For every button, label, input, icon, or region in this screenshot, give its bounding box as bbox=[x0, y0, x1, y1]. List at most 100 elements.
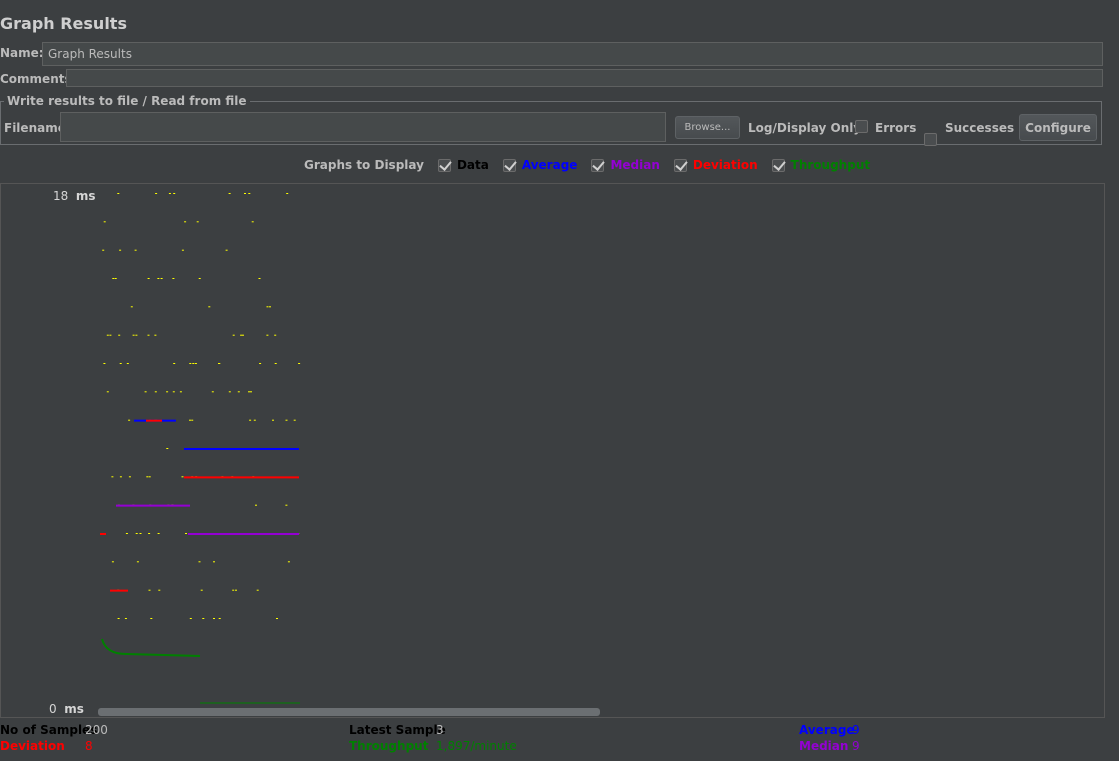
data-point bbox=[103, 221, 106, 223]
data-point bbox=[189, 618, 192, 619]
data-point bbox=[244, 193, 246, 194]
data-point bbox=[109, 334, 112, 336]
configure-button[interactable]: Configure bbox=[1019, 114, 1097, 141]
data-point bbox=[119, 476, 122, 478]
data-point bbox=[213, 561, 215, 563]
comments-field[interactable] bbox=[66, 69, 1103, 87]
y-axis-bottom-label: 0 ms bbox=[49, 702, 84, 716]
throughput-value: 1,897/minute bbox=[436, 739, 517, 753]
data-point bbox=[119, 363, 122, 364]
data-point bbox=[200, 589, 203, 591]
graph-option-average[interactable]: Average bbox=[502, 158, 577, 172]
data-point bbox=[274, 363, 277, 364]
data-point bbox=[225, 249, 228, 251]
data-point bbox=[172, 278, 175, 279]
y-axis-bottom-value: 0 bbox=[49, 702, 57, 716]
average-checkbox[interactable] bbox=[502, 158, 516, 172]
data-point bbox=[192, 363, 195, 364]
graph-option-data[interactable]: Data bbox=[437, 158, 489, 172]
data-point bbox=[111, 476, 114, 478]
horizontal-scrollbar[interactable] bbox=[98, 708, 600, 716]
data-point bbox=[228, 193, 231, 194]
data-point bbox=[237, 391, 240, 393]
data-point bbox=[135, 533, 138, 534]
data-point bbox=[144, 391, 147, 393]
throughput-checkbox[interactable] bbox=[771, 158, 785, 172]
data-point bbox=[112, 278, 115, 279]
y-axis-top-label: 18 ms bbox=[53, 189, 96, 203]
median-checkbox[interactable] bbox=[591, 158, 605, 172]
data-point bbox=[272, 419, 274, 421]
median-option-label: Median bbox=[610, 158, 660, 172]
filename-input[interactable] bbox=[60, 112, 666, 142]
successes-checkbox[interactable] bbox=[924, 133, 937, 146]
data-point bbox=[111, 561, 114, 563]
data-point bbox=[266, 306, 269, 308]
average-value: 9 bbox=[852, 723, 860, 737]
data-point bbox=[198, 561, 201, 563]
data-point bbox=[208, 306, 211, 308]
data-point bbox=[218, 618, 221, 619]
data-point bbox=[185, 533, 187, 534]
deviation-checkbox[interactable] bbox=[673, 158, 687, 172]
data-point bbox=[168, 193, 171, 194]
data-point bbox=[134, 249, 137, 251]
data-point bbox=[211, 391, 214, 393]
page-title: Graph Results bbox=[0, 14, 127, 33]
graph-plot bbox=[100, 193, 301, 704]
successes-label: Successes bbox=[945, 121, 1015, 135]
data-point bbox=[173, 363, 176, 364]
data-point bbox=[274, 334, 277, 336]
data-point bbox=[106, 334, 109, 336]
data-point bbox=[196, 221, 199, 223]
data-point bbox=[266, 334, 269, 336]
data-point bbox=[213, 618, 215, 619]
data-point bbox=[251, 221, 254, 223]
data-checkbox[interactable] bbox=[437, 158, 451, 172]
y-axis-top-unit: ms bbox=[75, 189, 96, 203]
data-point bbox=[181, 249, 184, 251]
latest-value: 3 bbox=[436, 723, 444, 737]
data-point bbox=[135, 334, 138, 336]
data-point bbox=[157, 278, 160, 279]
data-point bbox=[172, 391, 175, 393]
data-point bbox=[157, 533, 160, 534]
data-point bbox=[232, 334, 235, 336]
data-point bbox=[194, 363, 197, 364]
data-point bbox=[139, 533, 142, 534]
data-point bbox=[102, 249, 105, 251]
filename-label: Filename bbox=[4, 121, 66, 135]
deviation-option-label: Deviation bbox=[692, 158, 758, 172]
errors-checkbox[interactable] bbox=[855, 120, 868, 133]
graph-option-median[interactable]: Median bbox=[591, 158, 660, 172]
data-point bbox=[154, 391, 157, 393]
data-point bbox=[293, 419, 296, 421]
data-point bbox=[202, 618, 205, 619]
data-point bbox=[276, 618, 278, 619]
data-point bbox=[128, 419, 131, 421]
data-point bbox=[287, 561, 290, 563]
data-point bbox=[298, 363, 301, 364]
samples-value: 200 bbox=[85, 723, 108, 737]
data-point bbox=[218, 363, 221, 364]
y-axis-top-value: 18 bbox=[53, 189, 69, 203]
graph-option-deviation[interactable]: Deviation bbox=[673, 158, 758, 172]
data-point bbox=[228, 391, 231, 393]
y-axis-bottom-unit: ms bbox=[64, 702, 84, 716]
data-point bbox=[249, 419, 252, 421]
data-point bbox=[117, 193, 120, 194]
data-point bbox=[189, 419, 191, 421]
browse-button[interactable]: Browse... bbox=[675, 116, 740, 139]
data-point bbox=[255, 504, 257, 506]
errors-label: Errors bbox=[875, 121, 917, 135]
data-point bbox=[198, 278, 201, 279]
latest-label: Latest Sample bbox=[349, 723, 446, 737]
data-point bbox=[166, 448, 169, 449]
data-point bbox=[119, 249, 122, 251]
name-field[interactable]: Graph Results bbox=[42, 42, 1103, 66]
data-point bbox=[269, 306, 271, 308]
data-point bbox=[179, 391, 182, 393]
data-point bbox=[117, 618, 120, 619]
data-point bbox=[155, 193, 158, 194]
graph-option-throughput[interactable]: Throughput bbox=[771, 158, 870, 172]
